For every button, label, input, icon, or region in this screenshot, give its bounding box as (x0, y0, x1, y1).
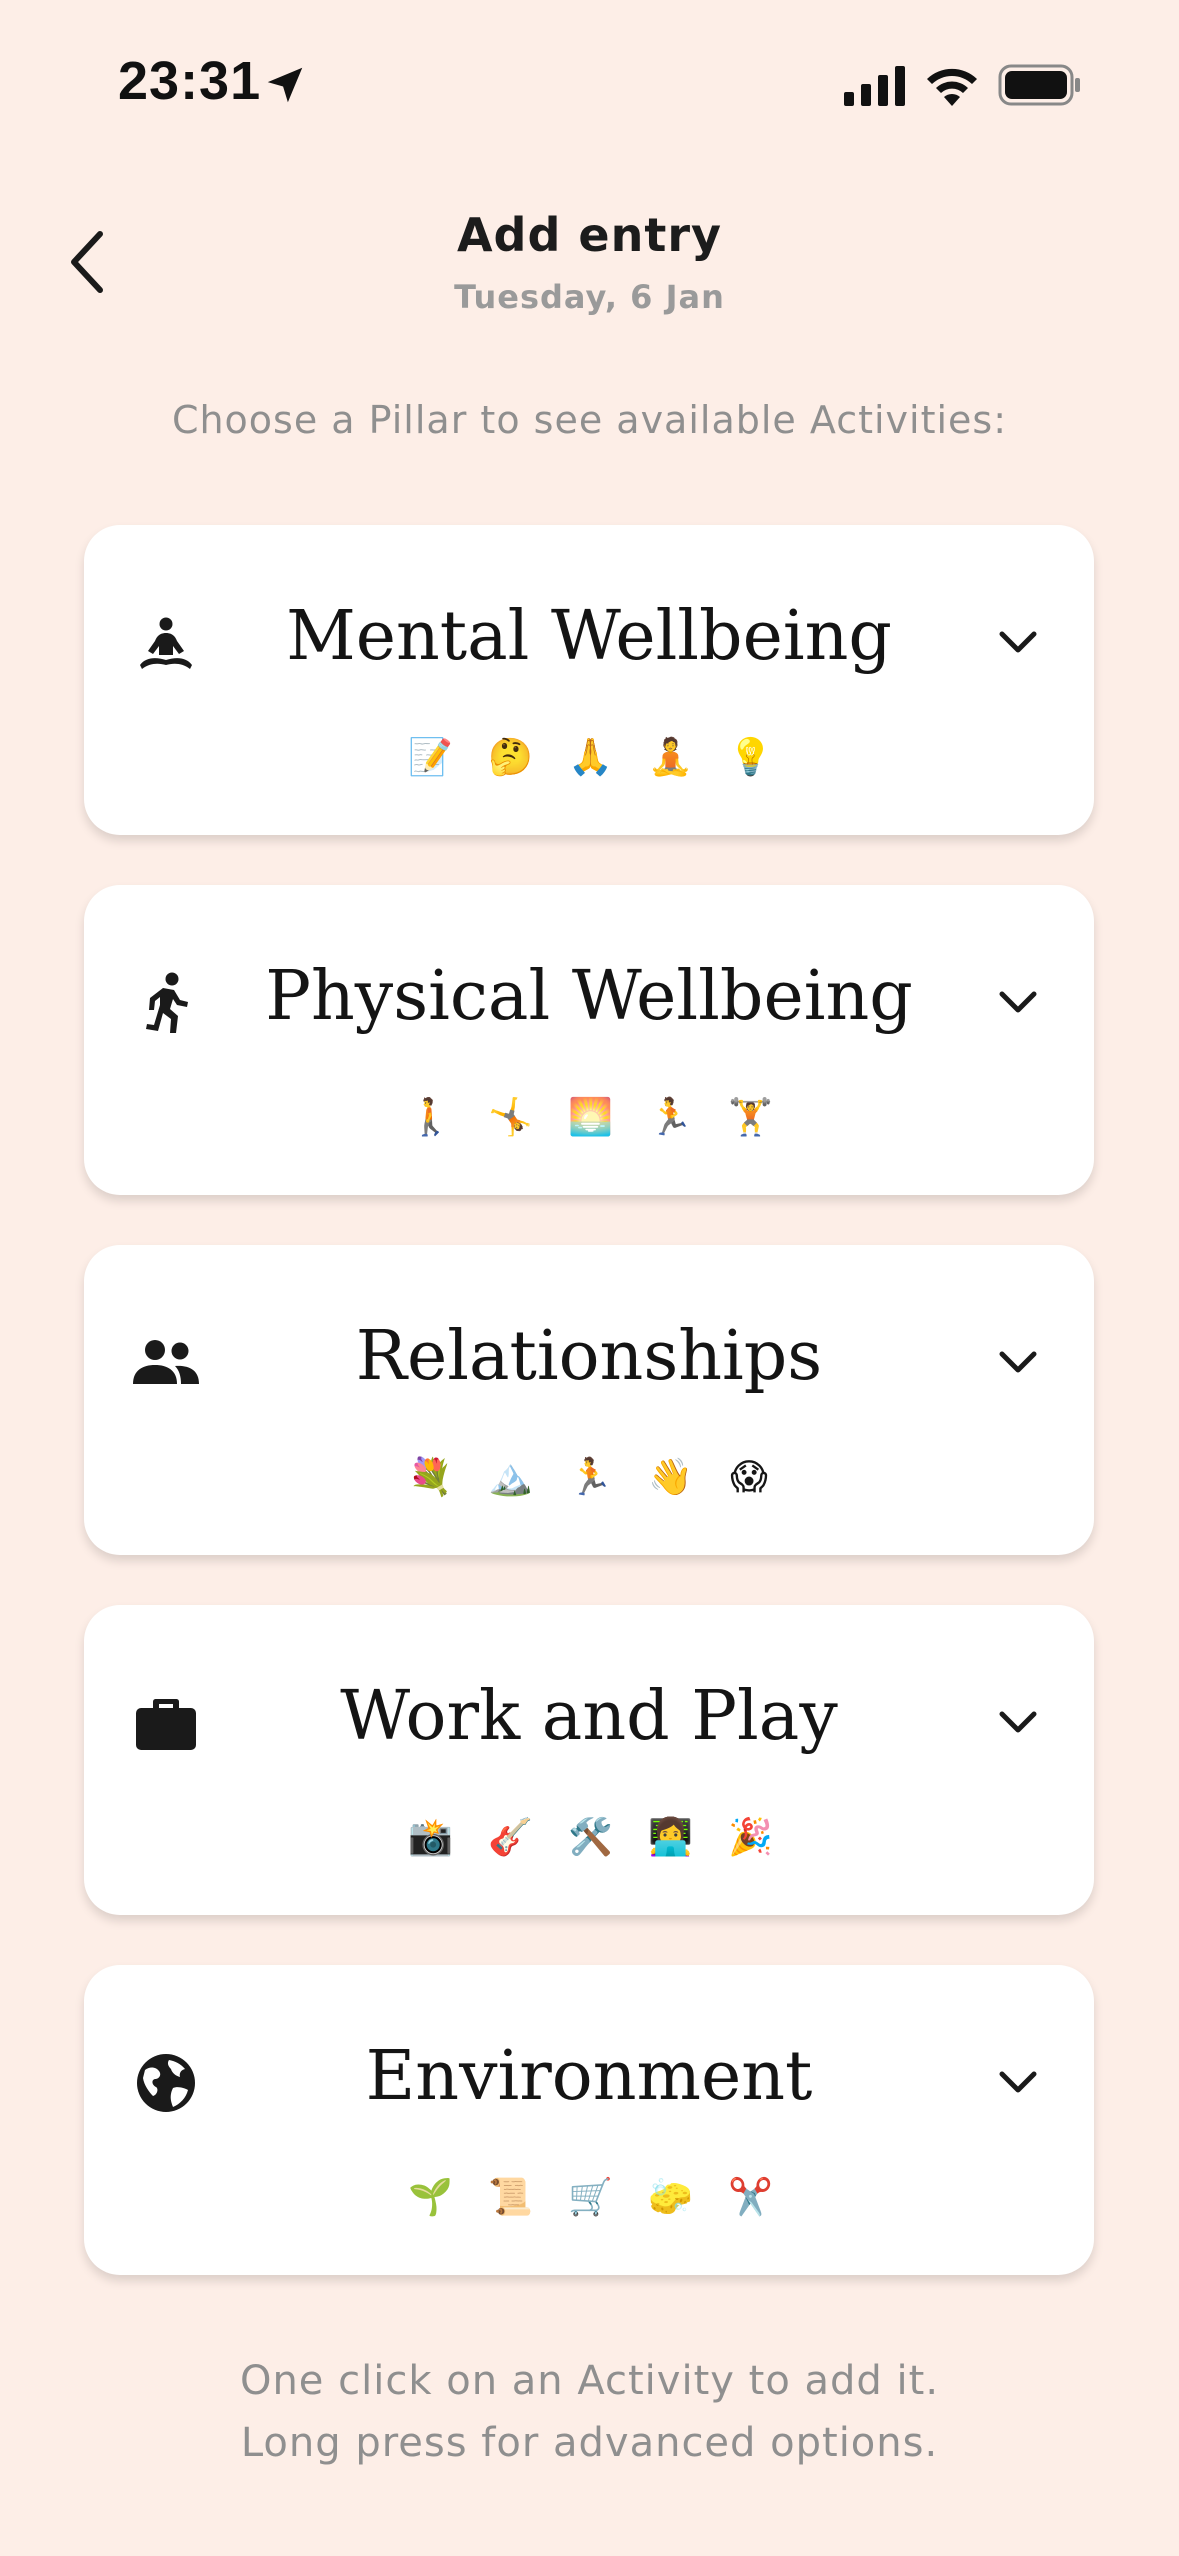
activity-photography[interactable]: 📸 (408, 1817, 453, 1859)
pillar-card-mental-wellbeing[interactable]: Mental Wellbeing 📝 🤔 🙏 🧘 💡 (84, 525, 1094, 835)
pillar-title: Environment (365, 2037, 813, 2116)
activity-party[interactable]: 🎉 (728, 1817, 773, 1859)
pillar-title: Work and Play (340, 1677, 838, 1756)
activity-row: 🌱 📜 🛒 🧽 ✂️ (84, 2177, 1094, 2219)
activity-guitar[interactable]: 🎸 (488, 1817, 533, 1859)
pillar-card-work-and-play[interactable]: Work and Play 📸 🎸 🛠️ 👩‍💻 🎉 (84, 1605, 1094, 1915)
activity-shopping[interactable]: 🛒 (568, 2177, 613, 2219)
activity-row: 💐 🏔️ 🏃 👋 😱 (84, 1457, 1094, 1499)
activity-reflect[interactable]: 🤔 (488, 737, 533, 779)
pillar-card-relationships[interactable]: Relationships 💐 🏔️ 🏃 👋 😱 (84, 1245, 1094, 1555)
activity-walk[interactable]: 🚶 (408, 1097, 453, 1139)
wifi-icon (927, 68, 977, 106)
location-arrow-icon (267, 67, 303, 103)
footer-hint-line1: One click on an Activity to add it. (239, 2358, 940, 2404)
activity-stretch[interactable]: 🤸 (488, 1097, 533, 1139)
activity-sunrise[interactable]: 🌅 (568, 1097, 613, 1139)
activity-wave[interactable]: 👋 (648, 1457, 693, 1499)
activity-row: 📝 🤔 🙏 🧘 💡 (84, 737, 1094, 779)
activity-journal[interactable]: 📝 (408, 737, 453, 779)
chevron-down-icon[interactable] (988, 981, 1048, 1025)
status-bar: 23:31 (0, 0, 1179, 150)
pillar-instruction: Choose a Pillar to see available Activit… (171, 398, 1008, 442)
activity-run-together[interactable]: 🏃 (568, 1457, 613, 1499)
activity-laptop-work[interactable]: 👩‍💻 (648, 1817, 693, 1859)
activity-surprise[interactable]: 😱 (728, 1457, 770, 1499)
pillar-list: Mental Wellbeing 📝 🤔 🙏 🧘 💡 Physical Well… (84, 525, 1094, 2325)
activity-meditate[interactable]: 🧘 (648, 737, 693, 779)
battery-icon (998, 64, 1080, 106)
activity-craft[interactable]: ✂️ (728, 2177, 773, 2219)
activity-gratitude[interactable]: 🙏 (568, 737, 613, 779)
activity-row: 🚶 🤸 🌅 🏃 🏋️ (84, 1097, 1094, 1139)
activity-row: 📸 🎸 🛠️ 👩‍💻 🎉 (84, 1817, 1094, 1859)
pillar-title: Mental Wellbeing (286, 597, 892, 676)
activity-plant[interactable]: 🌱 (408, 2177, 453, 2219)
activity-run[interactable]: 🏃 (648, 1097, 693, 1139)
page-title: Add entry (456, 208, 723, 262)
pillar-card-physical-wellbeing[interactable]: Physical Wellbeing 🚶 🤸 🌅 🏃 🏋️ (84, 885, 1094, 1195)
activity-flowers[interactable]: 💐 (408, 1457, 453, 1499)
pillar-title: Physical Wellbeing (265, 957, 913, 1036)
status-time: 23:31 (118, 51, 262, 111)
activity-clean[interactable]: 🧽 (648, 2177, 693, 2219)
activity-weights[interactable]: 🏋️ (728, 1097, 773, 1139)
chevron-down-icon[interactable] (988, 621, 1048, 665)
pillar-title: Relationships (355, 1317, 823, 1396)
activity-declutter[interactable]: 📜 (488, 2177, 533, 2219)
add-entry-screen: 23:31 Add entry Tuesday, 6 Jan Choose a … (0, 0, 1179, 2556)
chevron-down-icon[interactable] (988, 1341, 1048, 1385)
activity-idea[interactable]: 💡 (728, 737, 773, 779)
activity-trip[interactable]: 🏔️ (488, 1457, 533, 1499)
page-date: Tuesday, 6 Jan (454, 278, 725, 316)
footer-hint-line2: Long press for advanced options. (240, 2420, 939, 2466)
chevron-down-icon[interactable] (988, 2061, 1048, 2105)
pillar-card-environment[interactable]: Environment 🌱 📜 🛒 🧽 ✂️ (84, 1965, 1094, 2275)
activity-tools[interactable]: 🛠️ (568, 1817, 613, 1859)
cellular-signal-icon (844, 66, 905, 106)
chevron-down-icon[interactable] (988, 1701, 1048, 1745)
footer-hint: One click on an Activity to add it. Long… (0, 2350, 1179, 2474)
